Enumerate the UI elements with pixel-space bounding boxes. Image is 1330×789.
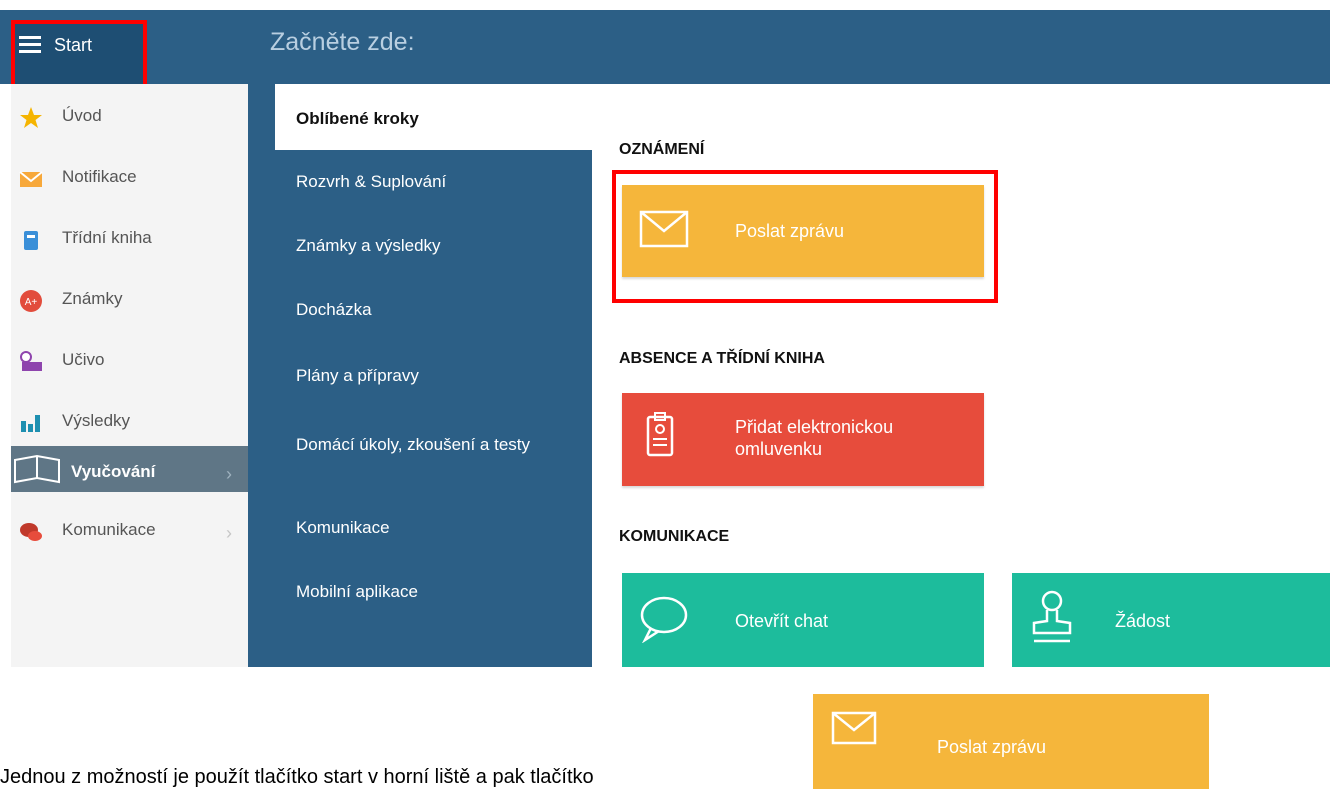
nav-item-mobilni-aplikace[interactable]: Mobilní aplikace: [248, 582, 592, 622]
send-message-label: Poslat zprávu: [937, 737, 1047, 757]
add-excuse-label: Přidat elektronickou omluvenku: [735, 417, 894, 459]
sidebar-item-label: Výsledky: [62, 411, 131, 430]
sidebar-item-label: Známky: [62, 289, 123, 308]
sidebar-item-tridni-kniha[interactable]: Třídní kniha: [11, 216, 249, 276]
send-message-button[interactable]: Poslat zprávu: [622, 185, 984, 277]
hamburger-menu-icon: [19, 36, 41, 54]
nav-item-label: Plány a přípravy: [296, 366, 419, 385]
nav-item-label: Oblíbené kroky: [296, 109, 419, 128]
notebook-icon: [24, 231, 38, 250]
nav-item-label: Domácí úkoly, zkoušení a testy: [296, 435, 531, 454]
chat-bubble-icon: [640, 596, 688, 643]
sidebar-item-label: Notifikace: [62, 167, 137, 186]
section-title-komunikace: KOMUNIKACE: [619, 528, 730, 545]
chevron-right-icon: ›: [226, 464, 232, 484]
sidebar-item-komunikace[interactable]: Komunikace ›: [11, 508, 249, 568]
envelope-icon: [831, 711, 877, 745]
sidebar-item-ucivo[interactable]: Učivo: [11, 338, 249, 398]
sidebar-item-znamky[interactable]: A+ Známky: [11, 277, 249, 337]
request-label: Žádost: [1115, 611, 1171, 631]
nav-item-plany[interactable]: Plány a přípravy: [248, 366, 592, 406]
nav-item-dochazka[interactable]: Docházka: [248, 300, 592, 340]
start-button[interactable]: Start: [11, 20, 147, 90]
nav-item-label: Známky a výsledky: [296, 236, 441, 255]
badge-document-icon: [646, 412, 674, 457]
add-excuse-button[interactable]: Přidat elektronickou omluvenku: [622, 393, 984, 486]
open-chat-label: Otevřít chat: [735, 611, 829, 631]
sidebar-item-label: Komunikace: [62, 520, 156, 539]
send-message-button-example: Poslat zprávu: [813, 694, 1209, 789]
bar-chart-icon: [21, 415, 40, 432]
top-bar: Start Začněte zde:: [0, 10, 1330, 90]
sidebar-item-uvod[interactable]: Úvod: [11, 94, 249, 154]
send-message-label: Poslat zprávu: [735, 221, 845, 241]
section-title-absence: ABSENCE A TŘÍDNÍ KNIHA: [619, 350, 825, 367]
sidebar-item-label: Vyučování: [71, 462, 156, 481]
nav-item-label: Docházka: [296, 300, 372, 319]
sidebar-item-vyucovani[interactable]: Vyučování ›: [11, 446, 249, 492]
sidebar: Úvod Notifikace Třídní kniha A+ Známky U…: [11, 84, 249, 667]
svg-text:A+: A+: [25, 297, 38, 308]
lesson-icon: [20, 351, 42, 371]
chat-bubbles-icon: [20, 523, 42, 541]
nav-item-oblibene-kroky[interactable]: Oblíbené kroky: [275, 84, 592, 150]
section-title-oznameni: OZNÁMENÍ: [619, 141, 705, 158]
nav-item-label: Mobilní aplikace: [296, 582, 418, 601]
sidebar-item-label: Úvod: [62, 106, 102, 125]
page-title: Začněte zde:: [270, 28, 415, 56]
stamp-icon: [1032, 590, 1072, 643]
category-nav: Oblíbené kroky Rozvrh & Suplování Známky…: [248, 84, 592, 667]
chevron-right-icon: ›: [226, 523, 232, 543]
caption-text: Jednou z možností je použít tlačítko sta…: [0, 766, 594, 788]
sidebar-item-label: Třídní kniha: [62, 228, 152, 247]
envelope-icon: [19, 171, 43, 187]
nav-item-label: Komunikace: [296, 518, 390, 537]
grade-icon: A+: [20, 290, 42, 312]
start-label: Start: [54, 35, 93, 55]
envelope-icon: [639, 210, 689, 248]
nav-item-komunikace[interactable]: Komunikace: [248, 518, 592, 558]
request-button[interactable]: Žádost: [1012, 573, 1330, 667]
open-chat-button[interactable]: Otevřít chat: [622, 573, 984, 667]
nav-item-znamky-vysledky[interactable]: Známky a výsledky: [248, 236, 592, 276]
star-icon: [20, 107, 42, 128]
nav-item-domaci-ukoly[interactable]: Domácí úkoly, zkoušení a testy: [248, 434, 592, 494]
sidebar-item-notifikace[interactable]: Notifikace: [11, 155, 249, 215]
nav-item-rozvrh[interactable]: Rozvrh & Suplování: [248, 172, 592, 212]
nav-item-label: Rozvrh & Suplování: [296, 172, 447, 191]
sidebar-item-label: Učivo: [62, 350, 105, 369]
book-icon: [14, 454, 60, 484]
